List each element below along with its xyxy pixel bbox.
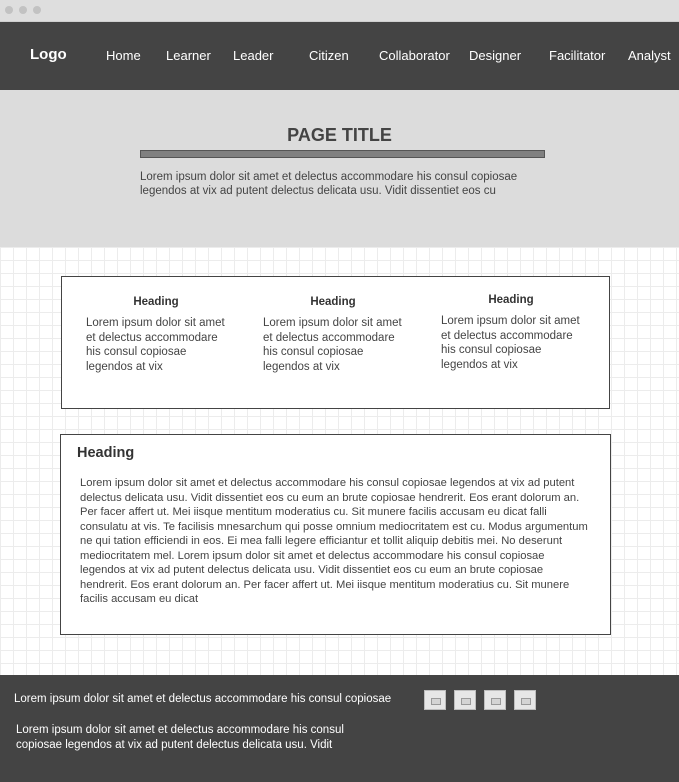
column-1: Heading Lorem ipsum dolor sit amet et de… [86, 296, 226, 374]
nav-item-facilitator[interactable]: Facilitator [549, 48, 605, 63]
nav-item-collaborator[interactable]: Collaborator [379, 48, 450, 63]
nav-item-designer[interactable]: Designer [469, 48, 521, 63]
footer-text-line: Lorem ipsum dolor sit amet et delectus a… [14, 693, 392, 705]
window-maximize-dot-icon[interactable] [33, 6, 41, 14]
footer: Lorem ipsum dolor sit amet et delectus a… [0, 675, 679, 782]
nav-item-citizen[interactable]: Citizen [309, 48, 349, 63]
window-close-dot-icon[interactable] [5, 6, 13, 14]
column-text: Lorem ipsum dolor sit amet et delectus a… [263, 317, 402, 373]
three-column-panel: Heading Lorem ipsum dolor sit amet et de… [61, 276, 610, 409]
column-3: Heading Lorem ipsum dolor sit amet et de… [441, 294, 581, 372]
image-icon [431, 698, 441, 705]
column-2: Heading Lorem ipsum dolor sit amet et de… [263, 296, 403, 374]
window-titlebar [0, 0, 679, 22]
site-logo[interactable]: Logo [30, 46, 67, 63]
image-icon [491, 698, 501, 705]
social-link-button[interactable] [424, 690, 446, 710]
image-icon [461, 698, 471, 705]
top-navigation-bar: Logo Home Learner Leader Citizen Collabo… [0, 22, 679, 90]
nav-item-learner[interactable]: Learner [166, 48, 211, 63]
nav-item-home[interactable]: Home [106, 48, 141, 63]
nav-item-leader[interactable]: Leader [233, 48, 273, 63]
page-title: PAGE TITLE [287, 125, 392, 145]
social-link-button[interactable] [454, 690, 476, 710]
title-underline-bar [140, 150, 545, 158]
column-heading: Heading [310, 296, 356, 308]
hero-section: PAGE TITLE Lorem ipsum dolor sit amet et… [0, 90, 679, 247]
social-link-button[interactable] [484, 690, 506, 710]
nav-item-analyst[interactable]: Analyst [628, 48, 671, 63]
article-panel: Heading Lorem ipsum dolor sit amet et de… [60, 434, 611, 635]
column-text: Lorem ipsum dolor sit amet et delectus a… [86, 317, 225, 373]
article-body-text: Lorem ipsum dolor sit amet et delectus a… [80, 477, 588, 605]
column-text: Lorem ipsum dolor sit amet et delectus a… [441, 315, 580, 371]
image-icon [521, 698, 531, 705]
column-heading: Heading [488, 294, 534, 306]
article-heading: Heading [77, 445, 135, 461]
social-link-button[interactable] [514, 690, 536, 710]
column-heading: Heading [133, 296, 179, 308]
window-minimize-dot-icon[interactable] [19, 6, 27, 14]
hero-intro-text: Lorem ipsum dolor sit amet et delectus a… [140, 171, 518, 197]
footer-description-text: Lorem ipsum dolor sit amet et delectus a… [16, 724, 344, 751]
